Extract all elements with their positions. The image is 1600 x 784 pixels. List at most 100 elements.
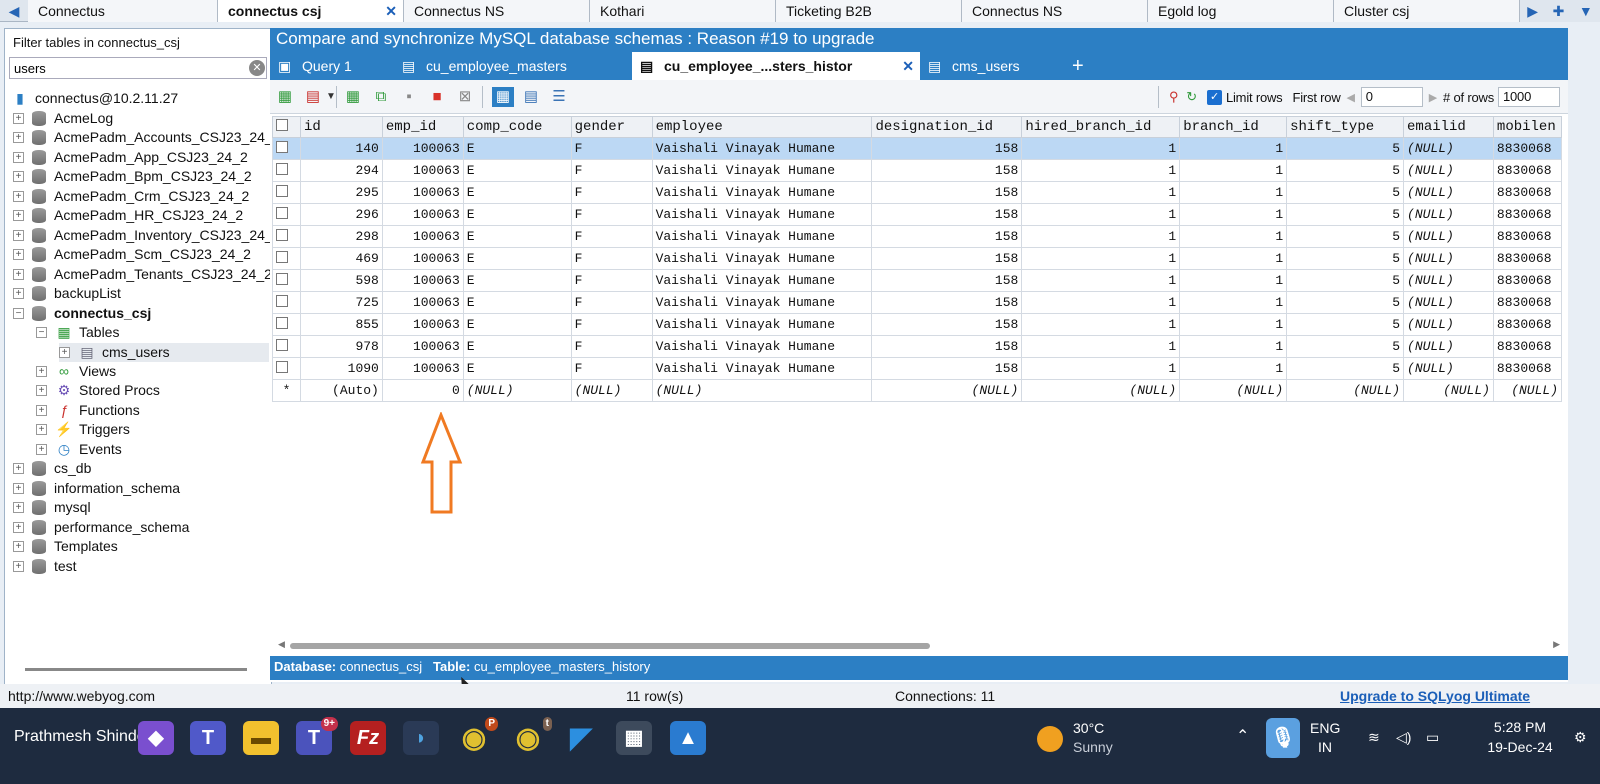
table-cell[interactable]: (NULL) xyxy=(1403,335,1494,358)
table-cell[interactable]: 100063 xyxy=(381,291,464,314)
table-cell[interactable]: Vaishali Vinayak Humane xyxy=(651,291,873,314)
table-cell[interactable]: (NULL) xyxy=(570,379,653,402)
table-cell[interactable]: 1 xyxy=(1021,357,1181,380)
table-cell[interactable]: 978 xyxy=(299,335,383,358)
status-url[interactable]: http://www.webyog.com xyxy=(8,684,155,708)
table-cell[interactable]: E xyxy=(462,357,572,380)
horizontal-scrollbar[interactable] xyxy=(25,668,247,671)
chevron-up-icon[interactable]: ⌃ xyxy=(1236,728,1249,746)
chrome-icon[interactable]: ◉ P xyxy=(456,717,498,755)
table-cell[interactable]: E xyxy=(462,291,572,314)
expand-icon[interactable]: + xyxy=(13,288,24,299)
table-row[interactable]: 1090 100063 E F Vaishali Vinayak Humane 158 1 1… xyxy=(272,357,1562,380)
row-select-cell[interactable] xyxy=(272,291,301,314)
tree-db[interactable]: + AcmePadm_Inventory_CSJ23_24_2 xyxy=(13,226,280,245)
table-cell[interactable]: (NULL) xyxy=(1021,379,1181,402)
table-cell[interactable]: (NULL) xyxy=(1403,225,1494,248)
column-header[interactable]: emp_id xyxy=(381,116,464,138)
table-cell[interactable]: 8830068 xyxy=(1492,269,1562,292)
grid-view-icon[interactable]: ▦ xyxy=(492,87,514,107)
insert-row-icon[interactable]: ▦ xyxy=(274,87,296,107)
new-row[interactable]: * (Auto) 0 (NULL) (NULL) (NULL) (NULL) (NULL) (N… xyxy=(272,379,1562,402)
upgrade-banner[interactable]: Compare and synchronize MySQL database s… xyxy=(270,28,1568,52)
table-cell[interactable]: 1 xyxy=(1179,181,1288,204)
table-cell[interactable]: 158 xyxy=(871,225,1023,248)
conn-tab-connectus-ns-2[interactable]: Connectus NS xyxy=(962,0,1148,22)
refresh-icon[interactable]: ↻ xyxy=(1186,89,1197,105)
table-cell[interactable]: E xyxy=(462,181,572,204)
conn-tab-egold-log[interactable]: Egold log xyxy=(1148,0,1334,22)
table-cell[interactable]: E xyxy=(462,225,572,248)
expand-icon[interactable]: + xyxy=(13,152,24,163)
table-cell[interactable]: 5 xyxy=(1286,137,1405,160)
teams-icon[interactable]: T 9+ xyxy=(296,717,338,755)
table-cell[interactable]: (NULL) xyxy=(1403,357,1494,380)
copilot-icon[interactable]: ◆ xyxy=(138,721,174,755)
table-cell[interactable]: E xyxy=(462,335,572,358)
table-cell[interactable]: 1 xyxy=(1179,269,1288,292)
checkbox-icon[interactable] xyxy=(276,338,288,351)
table-cell[interactable]: Vaishali Vinayak Humane xyxy=(651,159,873,182)
horizontal-scrollbar[interactable]: ◀ ▶ xyxy=(278,639,1560,651)
table-cell[interactable]: 8830068 xyxy=(1492,181,1562,204)
conn-tab-ticketing-b2b[interactable]: Ticketing B2B xyxy=(776,0,962,22)
table-cell[interactable]: * xyxy=(272,379,301,402)
column-header[interactable]: emailid xyxy=(1403,116,1494,138)
checkbox-icon[interactable] xyxy=(276,360,288,373)
table-cell[interactable]: 100063 xyxy=(381,225,464,248)
table-cell[interactable]: 8830068 xyxy=(1492,247,1562,270)
tree-db[interactable]: + AcmePadm_Tenants_CSJ23_24_2 xyxy=(13,265,272,284)
prev-page-icon[interactable]: ◀ xyxy=(1347,91,1355,104)
table-cell[interactable]: (NULL) xyxy=(651,379,873,402)
table-cell[interactable]: (NULL) xyxy=(1403,181,1494,204)
table-cell[interactable]: F xyxy=(570,203,653,226)
expand-icon[interactable]: + xyxy=(13,483,24,494)
table-cell[interactable]: 8830068 xyxy=(1492,335,1562,358)
table-cell[interactable]: 1 xyxy=(1021,291,1181,314)
expand-icon[interactable]: + xyxy=(36,405,47,416)
table-cell[interactable]: 5 xyxy=(1286,269,1405,292)
tab-cu-employee-masters-history[interactable]: ▤ cu_employee_...sters_histor ✕ xyxy=(632,52,920,80)
tree-db[interactable]: + backupList xyxy=(13,284,121,303)
table-cell[interactable]: 8830068 xyxy=(1492,313,1562,336)
table-cell[interactable]: (NULL) xyxy=(1179,379,1288,402)
scroll-right-icon[interactable]: ▶ xyxy=(1527,3,1538,20)
delete-icon[interactable]: ■ xyxy=(426,87,448,107)
table-cell[interactable]: Vaishali Vinayak Humane xyxy=(651,247,873,270)
scroll-left-icon[interactable]: ◀ xyxy=(278,639,285,650)
checkbox-icon[interactable] xyxy=(276,118,288,131)
table-cell[interactable]: 469 xyxy=(299,247,383,270)
collapse-icon[interactable]: − xyxy=(13,308,24,319)
table-cell[interactable]: Vaishali Vinayak Humane xyxy=(651,313,873,336)
table-cell[interactable]: 100063 xyxy=(381,357,464,380)
sqlyog-icon[interactable]: ◗ xyxy=(403,721,439,755)
table-cell[interactable]: (NULL) xyxy=(1403,379,1494,402)
clock-date[interactable]: 19-Dec-24 xyxy=(1476,738,1564,756)
column-header[interactable]: shift_type xyxy=(1286,116,1405,138)
row-select-cell[interactable] xyxy=(272,225,301,248)
wifi-icon[interactable]: ≋ xyxy=(1368,728,1380,746)
table-cell[interactable]: Vaishali Vinayak Humane xyxy=(651,269,873,292)
table-cell[interactable]: (NULL) xyxy=(1403,137,1494,160)
table-cell[interactable]: E xyxy=(462,159,572,182)
refresh-filter-icon[interactable]: ⚲ xyxy=(1169,89,1179,105)
chevron-down-icon[interactable]: ▼ xyxy=(1579,3,1593,19)
checkbox-icon[interactable] xyxy=(276,316,288,329)
tree-db-current[interactable]: − connectus_csj xyxy=(13,304,151,323)
table-cell[interactable]: 5 xyxy=(1286,181,1405,204)
microphone-icon[interactable]: 🎙 xyxy=(1266,718,1300,758)
tree-views[interactable]: + ∞ Views xyxy=(36,362,116,381)
table-cell[interactable]: E xyxy=(462,137,572,160)
table-row[interactable]: 296 100063 E F Vaishali Vinayak Humane 158 1 1 5… xyxy=(272,203,1562,226)
tab-query-1[interactable]: ▣ Query 1 xyxy=(270,52,394,80)
tree-procs[interactable]: + ⚙ Stored Procs xyxy=(36,381,160,400)
table-cell[interactable]: 1 xyxy=(1021,225,1181,248)
table-row[interactable]: 855 100063 E F Vaishali Vinayak Humane 158 1 1 5… xyxy=(272,313,1562,336)
close-icon[interactable]: ✕ xyxy=(385,0,397,22)
table-cell[interactable]: 158 xyxy=(871,159,1023,182)
expand-icon[interactable]: + xyxy=(13,249,24,260)
column-header[interactable]: mobilen xyxy=(1492,116,1562,138)
scrollbar-thumb[interactable] xyxy=(290,643,930,649)
table-cell[interactable]: 158 xyxy=(871,291,1023,314)
table-cell[interactable]: 100063 xyxy=(381,269,464,292)
